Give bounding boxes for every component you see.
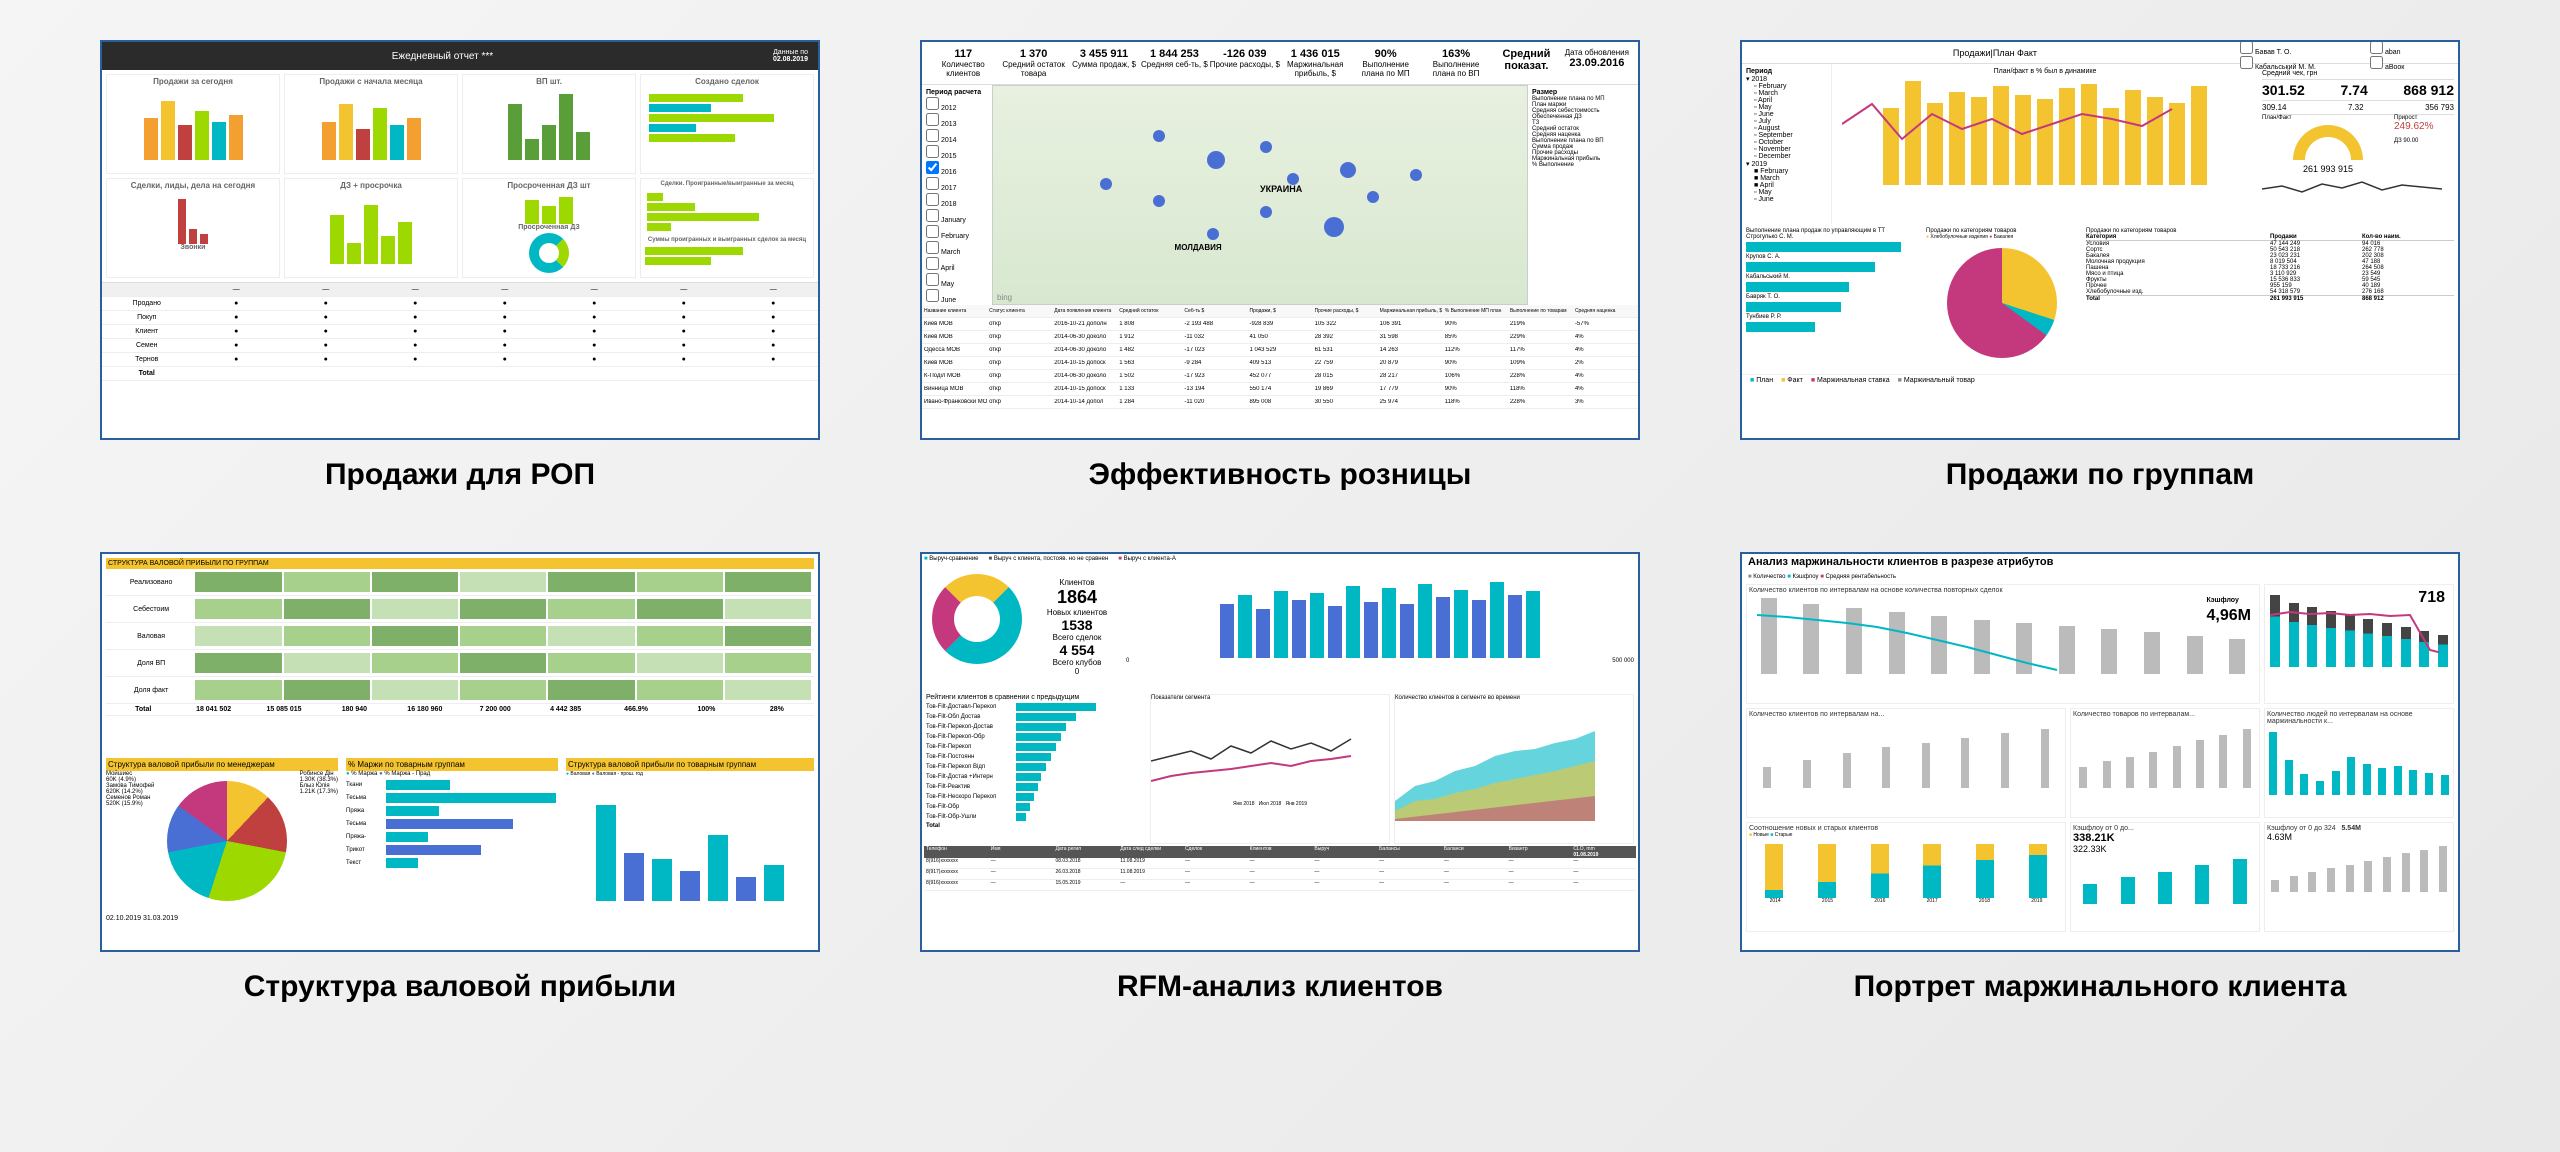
d3-pie: Продажи по категориям товаров ● Хлебобул… — [1922, 224, 2082, 374]
dashboard-rop[interactable]: Ежедневный отчет *** Данные по02.08.2019… — [100, 40, 820, 440]
table-row: Киев МОВоткр2016-10-21 дополн1 808-2 193… — [922, 318, 1638, 331]
table-row: Киев МОВоткр2014-06-30 доколо1 912-11 03… — [922, 331, 1638, 344]
d6-c6: Соотношение новых и старых клиентов ■ Но… — [1746, 822, 2066, 932]
d4-hbar-margin: % Маржи по товарным группам ● % Маржа ● … — [342, 754, 562, 934]
d3-hbar-managers: Выполнение плана продаж по управляющим в… — [1742, 224, 1922, 374]
table-row: Винница МОВоткр2014-10-15 допоск1 133-13… — [922, 383, 1638, 396]
d6-c7: Кэшфлоу от 0 до... 338.21K 322.33K — [2070, 822, 2260, 932]
caption-rop: Продажи для РОП — [325, 458, 595, 492]
caption-retail: Эффективность розницы — [1089, 458, 1472, 492]
dashboard-retail[interactable]: 117Количество клиентов 1 370Средний оста… — [920, 40, 1640, 440]
d5-line-chart: Показатели сегмента Янв 2018 Июл 2018 Ян… — [1150, 694, 1390, 844]
tile-rop: Ежедневный отчет *** Данные по02.08.2019… — [90, 40, 830, 492]
d1-title: Ежедневный отчет *** — [392, 51, 493, 62]
tile-marginal: Анализ маржинальности клиентов в разрезе… — [1730, 552, 2470, 1004]
caption-groups: Продажи по группам — [1946, 458, 2255, 492]
d5-kpi: Клиентов1864 Новых клиентов1538 Всего сд… — [1032, 568, 1122, 690]
d5-client-table[interactable]: ТелефонИмяДата регилДата след сделкиСдел… — [922, 844, 1638, 934]
d4-heatmap-table: СТРУКТУРА ВАЛОВОЙ ПРИБЫЛИ ПО ГРУППАМ Реа… — [102, 554, 818, 754]
d3-category-table: Продажи по категориям товаров КатегорияП… — [2082, 224, 2458, 374]
d6-c8: Кэшфлоу от 0 до 324 5.54M 4.63M — [2264, 822, 2454, 932]
d3-legend: ■ План ■ Факт ■ Маржинальная ставка ■ Ма… — [1742, 374, 2458, 394]
tile-gross: СТРУКТУРА ВАЛОВОЙ ПРИБЫЛИ ПО ГРУППАМ Реа… — [90, 552, 830, 1004]
tile-retail: 117Количество клиентов 1 370Средний оста… — [910, 40, 1650, 492]
d6-c4: Количество товаров по интервалам... — [2070, 708, 2260, 818]
caption-gross: Структура валовой прибыли — [244, 970, 676, 1004]
d2-map[interactable]: УКРАИНА МОЛДАВИЯ bing — [992, 85, 1528, 305]
d3-barline-chart: План/факт в % был в динамике — [1832, 64, 2258, 224]
d4-pie-managers: Структура валовой прибыли по менеджерам … — [102, 754, 342, 934]
d6-c2: Количество людей по интервалам на основе… — [2264, 708, 2454, 818]
d1-table: ——————— Продано●●●●●●● Покуп●●●●●●● Клие… — [102, 282, 818, 392]
caption-rfm: RFM-анализ клиентов — [1117, 970, 1443, 1004]
d2-table[interactable]: Название клиентаСтатус клиентаДата появл… — [922, 305, 1638, 415]
d6-top-bars: Количество клиентов по интервалам на осн… — [1746, 584, 2260, 704]
dashboard-groups[interactable]: Продажи|План Факт Управляющий Бавав Т. О… — [1740, 40, 2460, 440]
dashboard-gross[interactable]: СТРУКТУРА ВАЛОВОЙ ПРИБЫЛИ ПО ГРУППАМ Реа… — [100, 552, 820, 952]
d6-c3: Количество клиентов по интервалам на... — [1746, 708, 2066, 818]
dashboard-marginal[interactable]: Анализ маржинальности клиентов в разрезе… — [1740, 552, 2460, 952]
d3-kpi: Средний чек, грн 301.527.74868 912 309.1… — [2258, 64, 2458, 224]
table-row: Ивано-Франковски МОТоткр2014-10-14 допол… — [922, 396, 1638, 409]
d3-period-tree[interactable]: Период ▾ 2018 ▫ February ▫ March ▫ April… — [1742, 64, 1832, 224]
table-row: К-Поділ МОВоткр2014-06-30 доколо1 502-17… — [922, 370, 1638, 383]
d5-donut — [932, 574, 1022, 664]
d4-combo-chart: Структура валовой прибыли по товарным гр… — [562, 754, 818, 934]
tile-rfm: ■ Выруч-сравнение■ Выруч с клиента, пост… — [910, 552, 1650, 1004]
tile-groups: Продажи|План Факт Управляющий Бавав Т. О… — [1730, 40, 2470, 492]
d2-period-filter[interactable]: Период расчета 2012 2013 2014 2015 2016 … — [922, 85, 992, 305]
d5-trend-bars: 0500 000 — [1126, 568, 1634, 690]
caption-marginal: Портрет маржинального клиента — [1854, 970, 2347, 1004]
d6-top-right: 718 — [2264, 584, 2454, 704]
table-row: Киев МОВоткр2014-10-15 допоск1 563-9 284… — [922, 357, 1638, 370]
d2-legend: Размер Выполнение плана по МППлан маржиС… — [1528, 85, 1638, 305]
d2-kpi-row: 117Количество клиентов 1 370Средний оста… — [922, 42, 1638, 85]
d5-area-chart: Количество клиентов в сегменте во времен… — [1394, 694, 1634, 844]
dashboard-rfm[interactable]: ■ Выруч-сравнение■ Выруч с клиента, пост… — [920, 552, 1640, 952]
d5-segments: Рейтинги клиентов в сравнении с предыдущ… — [926, 694, 1146, 844]
table-row: Одесса МОВоткр2014-06-30 доколо1 482-17 … — [922, 344, 1638, 357]
